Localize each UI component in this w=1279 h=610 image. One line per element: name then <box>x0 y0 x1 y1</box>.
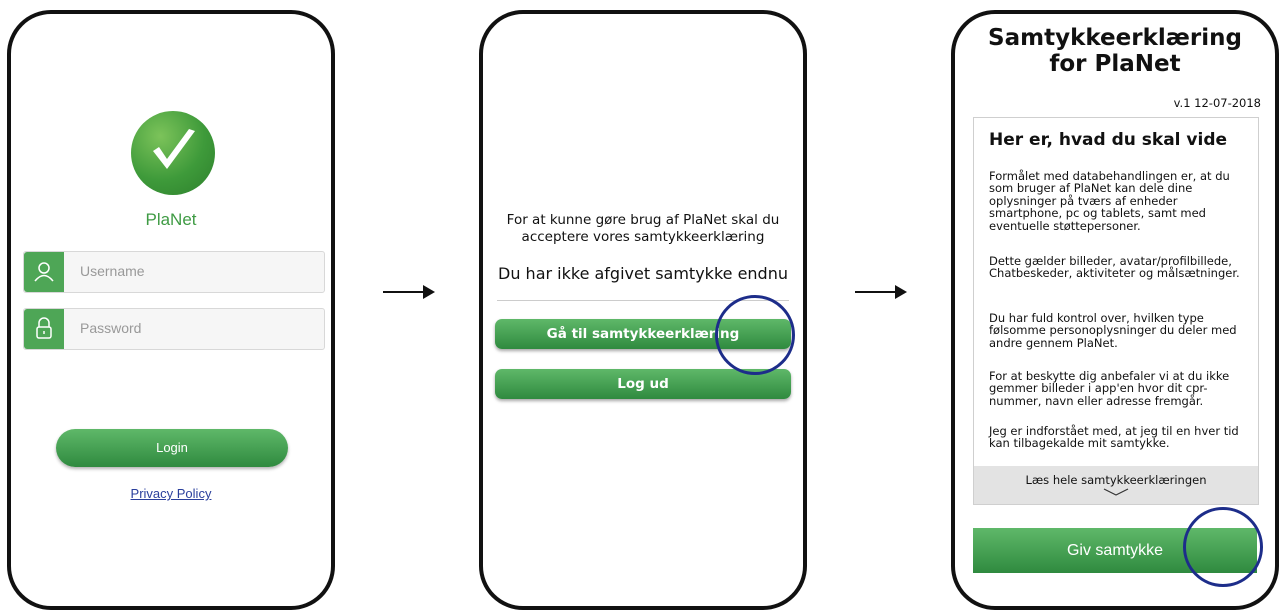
lock-icon <box>24 309 64 349</box>
title-line: for PlaNet <box>1049 51 1181 77</box>
user-icon <box>24 252 64 292</box>
consent-prompt-screen: For at kunne gøre brug af PlaNet skal du… <box>479 10 807 610</box>
planet-logo <box>131 111 215 195</box>
password-placeholder: Password <box>80 320 142 336</box>
consent-paragraph: For at beskytte dig anbefaler vi at du i… <box>989 369 1230 408</box>
consent-paragraph: Formålet med databehandlingen er, at du … <box>989 169 1230 233</box>
username-placeholder: Username <box>80 263 145 279</box>
privacy-policy-link[interactable]: Privacy Policy <box>11 486 331 501</box>
consent-paragraph: Jeg er indforstået med, at jeg til en hv… <box>989 424 1239 451</box>
checkmark-icon <box>153 129 195 169</box>
chevron-down-icon <box>1103 488 1129 496</box>
login-button[interactable]: Login <box>56 429 288 467</box>
page-title: Samtykkeerklæring for PlaNet <box>955 25 1275 77</box>
read-more-button[interactable]: Læs hele samtykkeerklæringen <box>974 466 1258 504</box>
card-title: Her er, hvad du skal vide <box>989 130 1228 150</box>
password-field[interactable]: Password <box>23 308 325 350</box>
version-label: v.1 12-07-2018 <box>1173 96 1261 110</box>
arrow-right-icon <box>855 285 907 299</box>
consent-paragraph: Du har fuld kontrol over, hvilken type f… <box>989 311 1237 350</box>
app-name: PlaNet <box>145 210 197 229</box>
arrow-right-icon <box>383 285 435 299</box>
highlight-circle <box>1183 507 1263 587</box>
username-field[interactable]: Username <box>23 251 325 293</box>
consent-info-text: For at kunne gøre brug af PlaNet skal du… <box>506 212 780 245</box>
highlight-circle <box>715 295 795 375</box>
login-screen: PlaNet Username Password Login Privacy P… <box>7 10 335 610</box>
consent-screen: Samtykkeerklæring for PlaNet v.1 12-07-2… <box>951 10 1279 610</box>
consent-card[interactable]: Her er, hvad du skal vide Formålet med d… <box>973 117 1259 505</box>
consent-paragraph: Dette gælder billeder, avatar/profilbill… <box>989 254 1240 281</box>
read-more-label: Læs hele samtykkeerklæringen <box>1025 473 1207 487</box>
consent-status-text: Du har ikke afgivet samtykke endnu <box>498 264 788 283</box>
title-line: Samtykkeerklæring <box>988 25 1242 51</box>
